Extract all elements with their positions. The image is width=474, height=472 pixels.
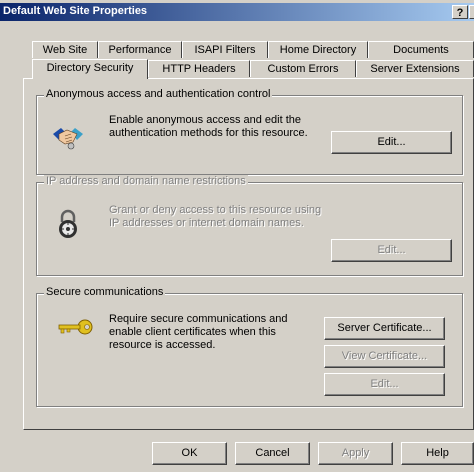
tab-http-headers[interactable]: HTTP Headers [148, 60, 250, 77]
ip-edit-button[interactable]: Edit... [331, 239, 452, 262]
tab-web-site[interactable]: Web Site [32, 41, 98, 58]
key-icon [58, 319, 93, 335]
close-button[interactable]: × [469, 5, 474, 19]
tab-performance[interactable]: Performance [98, 41, 182, 58]
tab-panel: Anonymous access and authentication cont… [23, 78, 474, 430]
secure-communications-group: Secure communications Require secure com… [36, 286, 463, 407]
window-title: Default Web Site Properties [3, 5, 148, 17]
tab-isapi-filters[interactable]: ISAPI Filters [182, 41, 268, 58]
properties-dialog: Default Web Site Properties ? × Web Site… [0, 0, 474, 472]
ip-restrictions-title: IP address and domain name restrictions [44, 175, 248, 187]
anonymous-description-line2: authentication methods for this resource… [109, 127, 308, 139]
ip-description-line2: IP addresses or internet domain names. [109, 217, 304, 229]
anonymous-description-line1: Enable anonymous access and edit the [109, 114, 302, 126]
padlock-icon [59, 209, 77, 238]
ip-description-line1: Grant or deny access to this resource us… [109, 204, 322, 216]
server-certificate-button[interactable]: Server Certificate... [324, 317, 445, 340]
view-certificate-button[interactable]: View Certificate... [324, 345, 445, 368]
anonymous-access-title: Anonymous access and authentication cont… [44, 88, 273, 100]
tab-custom-errors[interactable]: Custom Errors [250, 60, 356, 77]
anonymous-access-group: Anonymous access and authentication cont… [36, 88, 463, 175]
title-bar[interactable]: Default Web Site Properties ? × [0, 3, 474, 21]
cancel-button[interactable]: Cancel [235, 442, 310, 465]
secure-communications-title: Secure communications [44, 286, 166, 298]
anonymous-edit-button[interactable]: Edit... [331, 131, 452, 154]
tab-directory-security[interactable]: Directory Security [32, 59, 148, 79]
secure-description-line1: Require secure communications and [109, 313, 288, 325]
tab-documents[interactable]: Documents [368, 41, 474, 58]
handshake-icon [53, 128, 83, 150]
help-title-button[interactable]: ? [452, 5, 468, 19]
ok-button[interactable]: OK [152, 442, 227, 465]
secure-edit-button[interactable]: Edit... [324, 373, 445, 396]
secure-description-line3: resource is accessed. [109, 339, 216, 351]
help-button[interactable]: Help [401, 442, 474, 465]
tab-home-directory[interactable]: Home Directory [268, 41, 368, 58]
tab-server-extensions[interactable]: Server Extensions [356, 60, 474, 77]
ip-restrictions-group: IP address and domain name restrictions … [36, 175, 463, 276]
apply-button[interactable]: Apply [318, 442, 393, 465]
secure-description-line2: enable client certificates when this [109, 326, 276, 338]
